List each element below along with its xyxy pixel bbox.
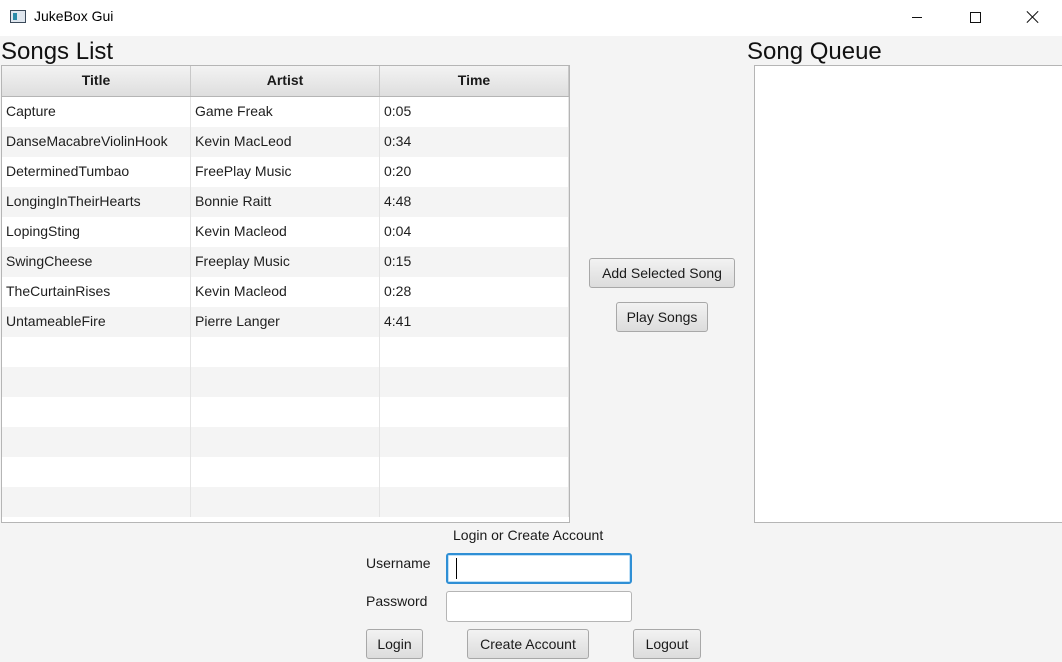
empty-table-row — [2, 397, 569, 427]
table-row[interactable]: UntameableFire Pierre Langer 4:41 — [2, 307, 569, 337]
songs-table[interactable]: Title Artist Time Capture Game Freak 0:05 D… — [1, 65, 570, 523]
app-window-icon — [10, 10, 26, 23]
cell-title — [2, 367, 191, 397]
window-title: JukeBox Gui — [34, 8, 114, 24]
username-field[interactable] — [446, 553, 632, 584]
cell-artist — [191, 427, 380, 457]
cell-time — [380, 487, 569, 517]
login-title: Login or Create Account — [453, 527, 604, 543]
table-body: Capture Game Freak 0:05 DanseMacabreViolinH… — [2, 97, 569, 517]
cell-title: TheCurtainRises — [2, 277, 191, 307]
cell-time: 0:34 — [380, 127, 569, 157]
empty-table-row — [2, 457, 569, 487]
minimize-button[interactable] — [888, 0, 946, 34]
close-button[interactable] — [1004, 0, 1062, 34]
cell-time — [380, 367, 569, 397]
password-field[interactable] — [446, 591, 632, 622]
cell-title: SwingCheese — [2, 247, 191, 277]
cell-time: 0:05 — [380, 97, 569, 127]
cell-title — [2, 337, 191, 367]
cell-time — [380, 337, 569, 367]
create-account-button[interactable]: Create Account — [467, 629, 589, 659]
cell-title — [2, 487, 191, 517]
cell-time: 0:28 — [380, 277, 569, 307]
maximize-icon — [969, 11, 981, 23]
password-label: Password — [366, 593, 428, 609]
column-header-artist[interactable]: Artist — [191, 66, 380, 96]
table-row[interactable]: TheCurtainRises Kevin Macleod 0:28 — [2, 277, 569, 307]
cell-time: 0:20 — [380, 157, 569, 187]
cell-artist — [191, 457, 380, 487]
cell-title: UntameableFire — [2, 307, 191, 337]
logout-button[interactable]: Logout — [633, 629, 701, 659]
cell-title: LongingInTheirHearts — [2, 187, 191, 217]
add-selected-song-button[interactable]: Add Selected Song — [589, 258, 735, 288]
play-songs-button[interactable]: Play Songs — [616, 302, 708, 332]
cell-title: DeterminedTumbao — [2, 157, 191, 187]
table-row[interactable]: DeterminedTumbao FreePlay Music 0:20 — [2, 157, 569, 187]
empty-table-row — [2, 427, 569, 457]
username-label: Username — [366, 555, 431, 571]
cell-artist — [191, 397, 380, 427]
empty-table-row — [2, 367, 569, 397]
cell-artist: Pierre Langer — [191, 307, 380, 337]
cell-time: 0:15 — [380, 247, 569, 277]
cell-title: LopingSting — [2, 217, 191, 247]
cell-artist — [191, 487, 380, 517]
cell-time — [380, 427, 569, 457]
table-row[interactable]: SwingCheese Freeplay Music 0:15 — [2, 247, 569, 277]
cell-time: 0:04 — [380, 217, 569, 247]
table-row[interactable]: DanseMacabreViolinHook Kevin MacLeod 0:34 — [2, 127, 569, 157]
cell-time — [380, 457, 569, 487]
login-button[interactable]: Login — [366, 629, 423, 659]
table-row[interactable]: Capture Game Freak 0:05 — [2, 97, 569, 127]
jukebox-window: JukeBox Gui Songs List Song Queue Title … — [0, 0, 1062, 662]
songs-list-heading: Songs List — [1, 38, 114, 65]
cell-artist — [191, 337, 380, 367]
column-header-time[interactable]: Time — [380, 66, 569, 96]
cell-artist: Kevin MacLeod — [191, 127, 380, 157]
cell-time: 4:48 — [380, 187, 569, 217]
empty-table-row — [2, 337, 569, 367]
cell-artist: Kevin Macleod — [191, 217, 380, 247]
cell-artist: Freeplay Music — [191, 247, 380, 277]
cell-artist: Bonnie Raitt — [191, 187, 380, 217]
cell-artist: Game Freak — [191, 97, 380, 127]
column-header-title[interactable]: Title — [2, 66, 191, 96]
cell-artist: FreePlay Music — [191, 157, 380, 187]
cell-title — [2, 427, 191, 457]
minimize-icon — [912, 16, 922, 18]
cell-title — [2, 397, 191, 427]
cell-title: DanseMacabreViolinHook — [2, 127, 191, 157]
table-row[interactable]: LopingSting Kevin Macleod 0:04 — [2, 217, 569, 247]
text-caret — [456, 558, 457, 579]
song-queue-list[interactable] — [754, 65, 1062, 523]
maximize-button[interactable] — [946, 0, 1004, 34]
cell-title: Capture — [2, 97, 191, 127]
title-bar: JukeBox Gui — [0, 0, 1062, 36]
cell-artist — [191, 367, 380, 397]
cell-title — [2, 457, 191, 487]
cell-time — [380, 397, 569, 427]
cell-time: 4:41 — [380, 307, 569, 337]
song-queue-heading: Song Queue — [747, 38, 882, 65]
empty-table-row — [2, 487, 569, 517]
table-row[interactable]: LongingInTheirHearts Bonnie Raitt 4:48 — [2, 187, 569, 217]
cell-artist: Kevin Macleod — [191, 277, 380, 307]
close-icon — [1026, 10, 1040, 24]
table-header: Title Artist Time — [2, 66, 569, 97]
